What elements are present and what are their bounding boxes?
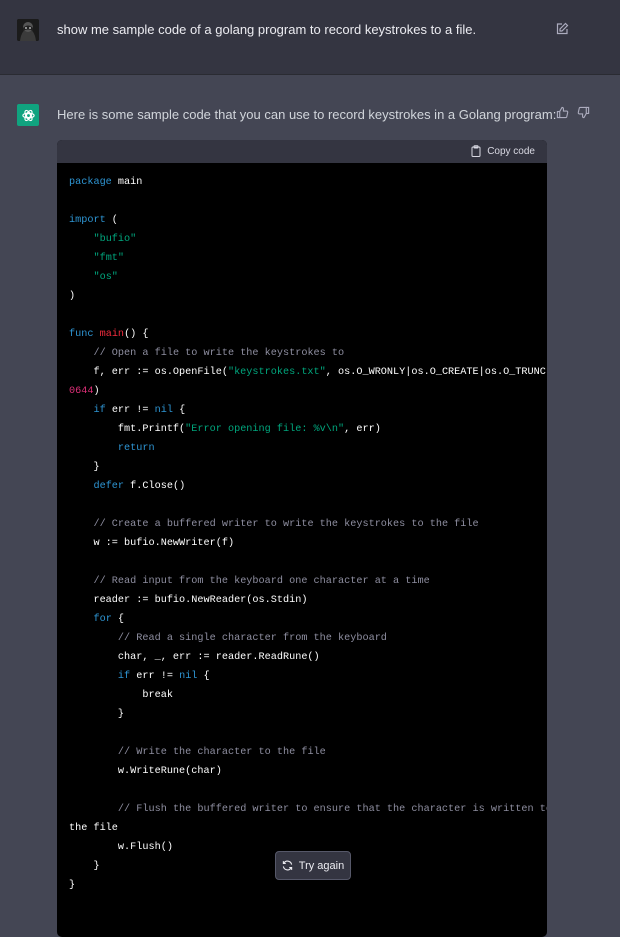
assistant-message-row: Here is some sample code that you can us… [0, 75, 620, 937]
clipboard-icon [471, 145, 481, 157]
assistant-intro-text: Here is some sample code that you can us… [57, 107, 557, 122]
openai-logo-icon [17, 104, 39, 126]
user-avatar [17, 19, 39, 41]
copy-code-button[interactable]: Copy code [471, 145, 535, 157]
try-again-button[interactable]: Try again [275, 851, 351, 880]
refresh-icon [282, 860, 292, 871]
try-again-label: Try again [298, 859, 345, 872]
code-content: package main import ( "bufio" "fmt" "os"… [57, 163, 547, 895]
copy-code-label: Copy code [487, 145, 535, 157]
edit-icon[interactable] [555, 22, 569, 36]
go-source-code: package main import ( "bufio" "fmt" "os"… [69, 177, 547, 891]
thumbs-up-icon[interactable] [556, 106, 569, 119]
user-message-row: show me sample code of a golang program … [0, 0, 620, 75]
user-message-text: show me sample code of a golang program … [57, 22, 477, 37]
code-block: Copy code package main import ( "bufio" … [57, 140, 547, 937]
thumbs-down-icon[interactable] [577, 106, 590, 119]
code-block-header: Copy code [57, 140, 547, 163]
